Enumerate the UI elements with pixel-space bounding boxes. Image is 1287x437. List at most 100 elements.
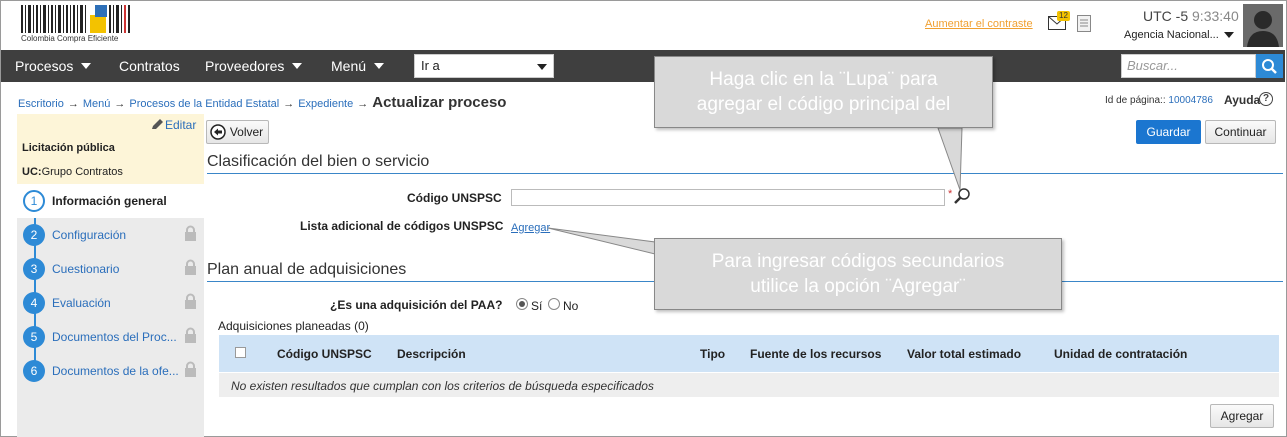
step-label: Documentos del Proc... — [52, 330, 177, 344]
section-divider — [207, 173, 1283, 174]
unspsc-code-label: Código UNSPSC — [407, 191, 502, 205]
edit-link[interactable]: Editar — [151, 118, 196, 132]
document-icon[interactable] — [1077, 15, 1091, 32]
caret-down-icon — [292, 63, 303, 69]
paa-no-label: No — [563, 299, 579, 313]
nav-contratos[interactable]: Contratos — [119, 58, 180, 74]
column-header[interactable]: Valor total estimado — [907, 347, 1021, 361]
step-documentos-oferta[interactable]: 6 Documentos de la ofe... — [17, 354, 204, 388]
caret-down-icon[interactable] — [1224, 32, 1234, 38]
step-cuestionario[interactable]: 3 Cuestionario — [17, 252, 204, 286]
lock-icon — [185, 225, 196, 241]
step-documentos-proceso[interactable]: 5 Documentos del Proc... — [17, 320, 204, 354]
process-summary: Editar Licitación pública UC:Grupo Contr… — [17, 114, 204, 184]
table-empty-row: No existen resultados que cumplan con lo… — [219, 373, 1279, 397]
page-title: Actualizar proceso — [372, 94, 507, 111]
help-link[interactable]: Ayuda — [1224, 93, 1260, 107]
column-header[interactable]: Fuente de los recursos — [750, 347, 881, 361]
search-input[interactable]: Buscar... — [1121, 54, 1256, 78]
lock-icon — [185, 327, 196, 343]
breadcrumb-separator: → — [357, 98, 369, 110]
step-number: 5 — [23, 326, 45, 348]
column-header[interactable]: Código UNSPSC — [277, 347, 372, 361]
breadcrumb: Escritorio → Menú → Procesos de la Entidad E… — [18, 94, 506, 111]
arrow-left-icon — [210, 124, 226, 140]
nav-contratos-label: Contratos — [119, 58, 180, 74]
nav-proveedores-label: Proveedores — [205, 58, 285, 74]
unit-label: UC: — [22, 166, 42, 178]
breadcrumb-separator: → — [114, 98, 126, 110]
nav-menu[interactable]: Menú — [331, 58, 385, 74]
step-informacion-general[interactable]: 1 Información general — [17, 184, 204, 218]
unspsc-code-input[interactable] — [511, 189, 945, 206]
callout-agregar: Para ingresar códigos secundarios utilic… — [654, 238, 1062, 310]
table-header: Código UNSPSC Descripción Tipo Fuente de… — [219, 335, 1279, 372]
select-all-checkbox[interactable] — [235, 347, 246, 358]
caret-down-icon — [374, 63, 385, 69]
help-icon[interactable]: ? — [1259, 92, 1273, 106]
page-id-label: Id de página:: — [1105, 95, 1166, 106]
back-button[interactable]: Volver — [206, 120, 269, 144]
step-evaluacion[interactable]: 4 Evaluación — [17, 286, 204, 320]
top-header: Colombia Compra Eficiente Aumentar el co… — [1, 1, 1285, 49]
search-icon — [1262, 59, 1277, 74]
continue-button[interactable]: Continuar — [1205, 120, 1276, 144]
lock-icon — [185, 259, 196, 275]
back-label: Volver — [229, 125, 264, 139]
clock: UTC -5 9:33:40 — [1143, 8, 1239, 24]
user-silhouette-icon — [1243, 4, 1283, 47]
add-acquisition-button[interactable]: Agregar — [1210, 404, 1274, 428]
magnifier-lookup-icon[interactable] — [953, 187, 971, 205]
step-number: 2 — [23, 224, 45, 246]
contrast-link[interactable]: Aumentar el contraste — [925, 18, 1033, 30]
step-number: 3 — [23, 258, 45, 280]
goto-select[interactable]: Ir a — [414, 54, 554, 78]
step-configuracion[interactable]: 2 Configuración — [17, 218, 204, 252]
breadcrumb-escritorio[interactable]: Escritorio — [18, 98, 64, 110]
nav-proveedores[interactable]: Proveedores — [205, 58, 303, 74]
nav-procesos-label: Procesos — [15, 58, 74, 74]
goto-select-value: Ir a — [421, 58, 440, 73]
paa-no-radio[interactable] — [548, 298, 560, 310]
pencil-icon — [152, 119, 163, 129]
search-button[interactable] — [1256, 54, 1283, 78]
column-header[interactable]: Unidad de contratación — [1054, 347, 1187, 361]
lock-icon — [185, 293, 196, 309]
paa-yes-label: Sí — [531, 299, 543, 313]
add-codes-link[interactable]: Agregar — [511, 222, 550, 234]
avatar[interactable] — [1243, 4, 1283, 47]
process-unit: UC:Grupo Contratos — [22, 166, 123, 178]
breadcrumb-procesos[interactable]: Procesos de la Entidad Estatal — [129, 98, 279, 110]
paa-yes-radio[interactable] — [516, 298, 528, 310]
step-label: Información general — [52, 194, 167, 208]
step-label: Documentos de la ofe... — [52, 364, 179, 378]
breadcrumb-separator: → — [283, 98, 295, 110]
section-title-paa: Plan anual de adquisiciones — [207, 261, 407, 278]
column-header[interactable]: Descripción — [397, 347, 466, 361]
breadcrumb-menu[interactable]: Menú — [83, 98, 111, 110]
column-header[interactable]: Tipo — [700, 347, 725, 361]
step-label: Evaluación — [52, 296, 111, 310]
step-label: Configuración — [52, 228, 127, 242]
required-mark: * — [948, 188, 953, 200]
breadcrumb-expediente[interactable]: Expediente — [298, 98, 353, 110]
nav-menu-label: Menú — [331, 58, 367, 74]
mail-count-badge: 12 — [1057, 11, 1070, 21]
paa-question: ¿Es una adquisición del PAA? — [330, 298, 503, 312]
step-number: 6 — [23, 360, 45, 382]
save-button[interactable]: Guardar — [1136, 120, 1201, 144]
nav-procesos[interactable]: Procesos — [15, 58, 92, 74]
step-number: 1 — [23, 190, 45, 212]
logo-text: Colombia Compra Eficiente — [21, 34, 119, 43]
process-type: Licitación pública — [22, 142, 115, 154]
logo[interactable]: Colombia Compra Eficiente — [21, 5, 133, 45]
barcode-logo-icon — [21, 5, 130, 33]
edit-label: Editar — [165, 118, 197, 132]
breadcrumb-separator: → — [67, 98, 79, 110]
unit-value: Grupo Contratos — [41, 166, 123, 178]
caret-down-icon — [81, 63, 92, 69]
callout-lupa: Haga clic en la ¨Lupa¨ para agregar el c… — [654, 56, 993, 128]
agency-selector[interactable]: Agencia Nacional... — [1124, 29, 1219, 41]
empty-message: No existen resultados que cumplan con lo… — [231, 379, 654, 393]
callout-agregar-line1: Para ingresar códigos secundarios — [711, 251, 1005, 272]
